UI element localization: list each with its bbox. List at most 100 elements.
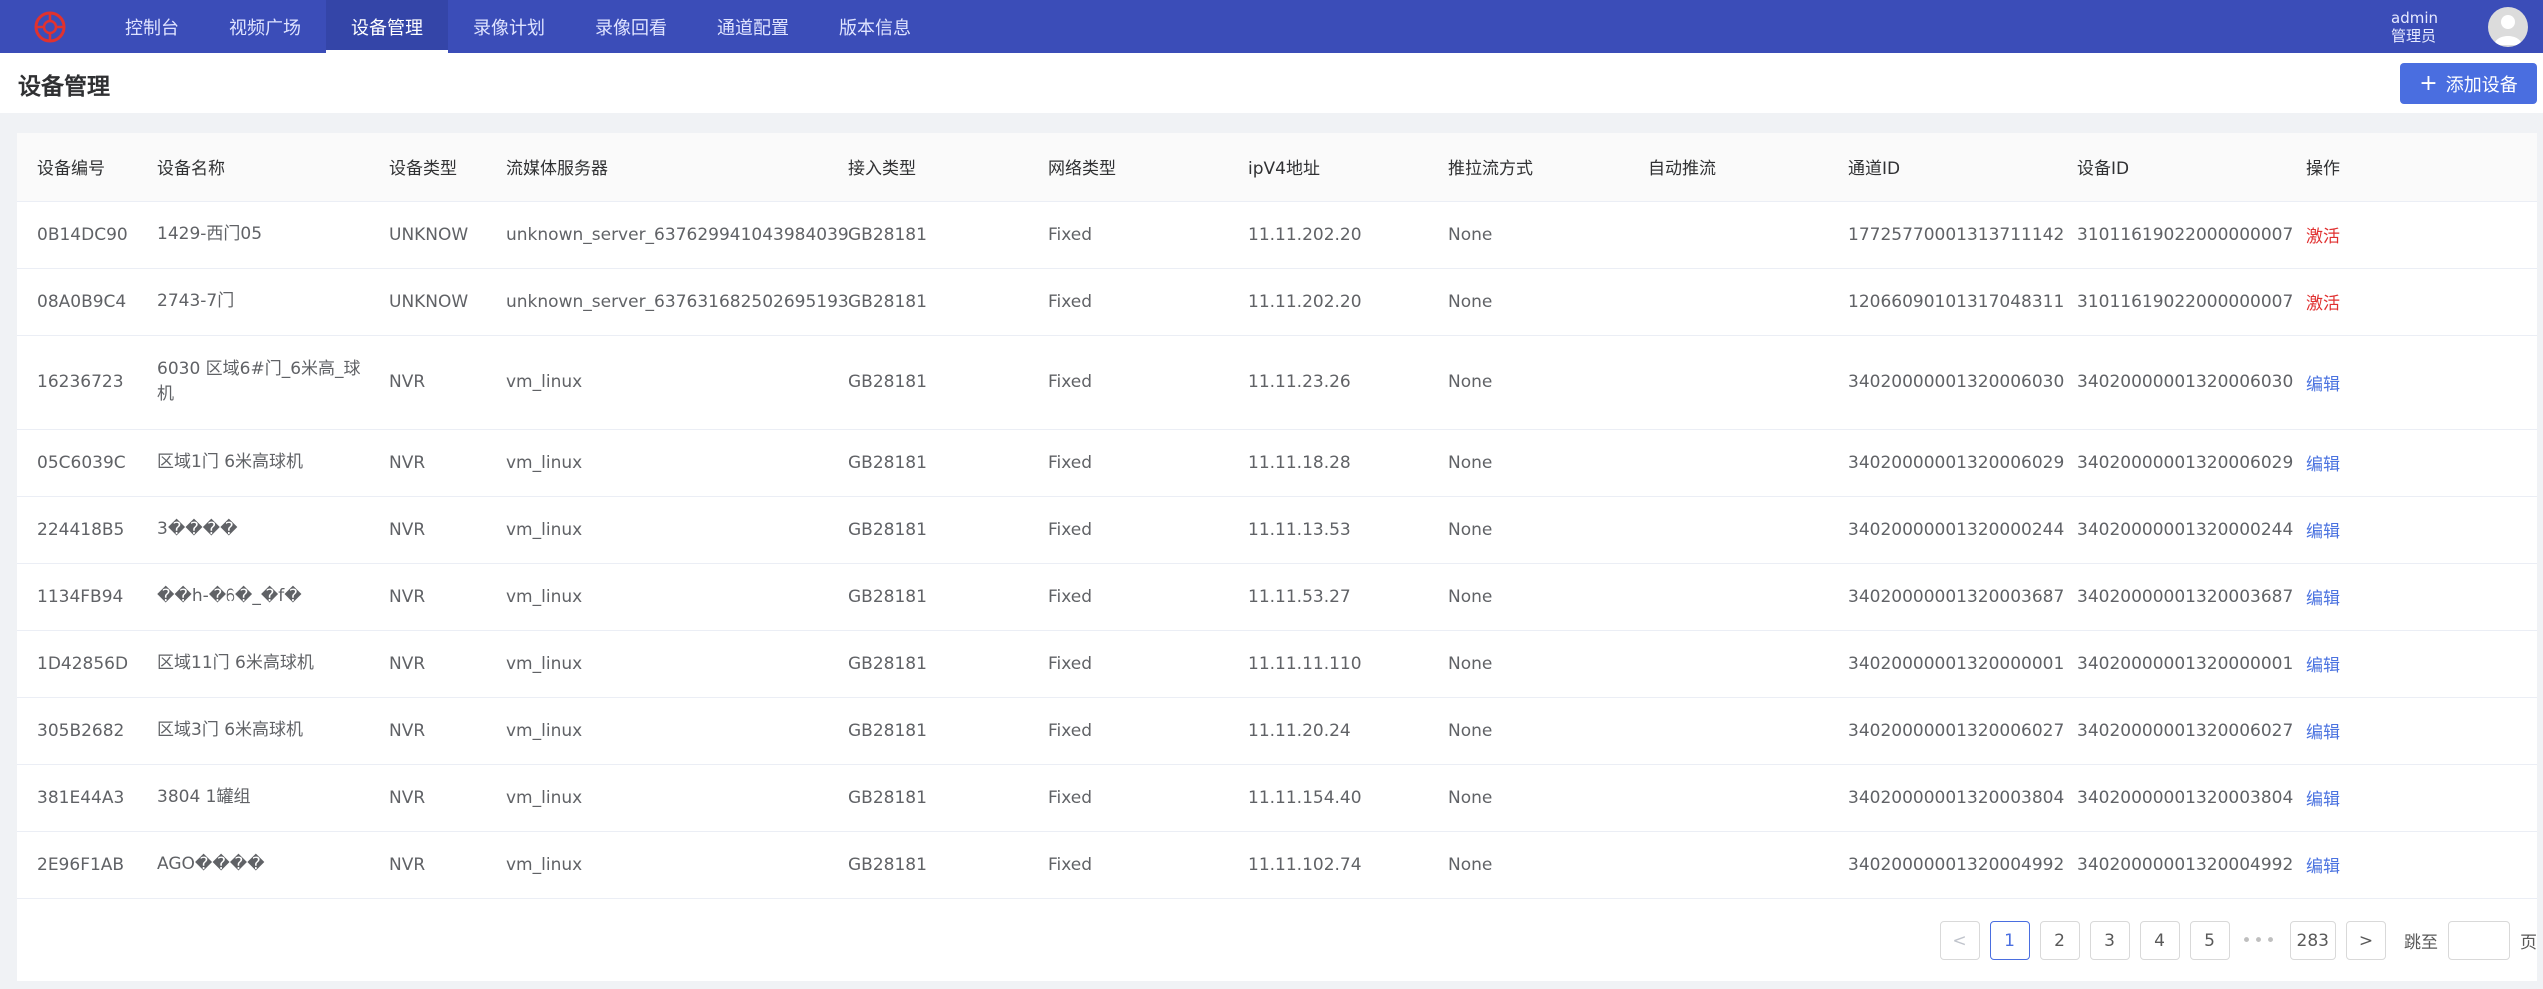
column-header: 设备编号: [17, 133, 137, 202]
edit-link[interactable]: 编辑: [2306, 790, 2340, 810]
page-title: 设备管理: [18, 74, 110, 100]
edit-link[interactable]: 编辑: [2306, 375, 2340, 395]
cell-ip: 11.11.53.27: [1228, 563, 1428, 631]
nav-item-1[interactable]: 视频广场: [204, 0, 326, 53]
edit-link[interactable]: 编辑: [2306, 656, 2340, 676]
cell-server: vm_linux: [486, 630, 828, 698]
cell-server: vm_linux: [486, 563, 828, 631]
page-button[interactable]: 1: [1989, 921, 2030, 960]
add-device-button[interactable]: + 添加设备: [2400, 63, 2537, 104]
next-page-button[interactable]: >: [2346, 921, 2386, 960]
cell-ip: 11.11.20.24: [1228, 697, 1428, 765]
table-row: 05C6039C 区域1门 6米高球机 NVR vm_linux GB28181 Fixe…: [17, 429, 2537, 497]
cell-channel: 34020000001320006029: [1828, 429, 2064, 497]
activate-link[interactable]: 激活: [2306, 227, 2340, 247]
page-jumper: 跳至 页: [2404, 921, 2537, 960]
nav-item-3[interactable]: 录像计划: [448, 0, 570, 53]
cell-name: 区域11门 6米高球机: [137, 630, 369, 698]
cell-auto: [1628, 630, 1828, 698]
main-nav: 控制台 视频广场 设备管理 录像计划 录像回看 通道配置 版本信息: [100, 0, 936, 53]
nav-item-6[interactable]: 版本信息: [814, 0, 936, 53]
cell-channel: 34020000001320003687: [1828, 563, 2064, 631]
cell-ip: 11.11.23.26: [1228, 335, 1428, 430]
prev-page-button[interactable]: <: [1939, 921, 1980, 960]
device-name-text: 3����: [157, 519, 238, 539]
cell-action: 编辑: [2286, 630, 2537, 698]
cell-action: 编辑: [2286, 764, 2537, 832]
column-header: 设备名称: [137, 133, 369, 202]
page-button[interactable]: 4: [2139, 921, 2180, 960]
page-button[interactable]: 5: [2189, 921, 2230, 960]
cell-ip: 11.11.202.20: [1228, 201, 1428, 269]
cell-channel: 34020000001320006030: [1828, 335, 2064, 430]
last-page-button[interactable]: 283: [2289, 921, 2336, 960]
cell-net: Fixed: [1028, 831, 1228, 899]
nav-item-5[interactable]: 通道配置: [692, 0, 814, 53]
cell-channel: 34020000001320004992: [1828, 831, 2064, 899]
nav-item-0[interactable]: 控制台: [100, 0, 204, 53]
page-button[interactable]: 3: [2089, 921, 2130, 960]
device-name-text: 区域11门 6米高球机: [157, 653, 314, 673]
page-button[interactable]: 2: [2039, 921, 2080, 960]
cell-type: NVR: [369, 630, 486, 698]
cell-code: 1134FB94: [17, 563, 137, 631]
device-name-text: 3804 1罐组: [157, 787, 251, 807]
column-header: 网络类型: [1028, 133, 1228, 202]
cell-name: 区域3门 6米高球机: [137, 697, 369, 765]
edit-link[interactable]: 编辑: [2306, 723, 2340, 743]
jump-page-input[interactable]: [2448, 921, 2510, 960]
edit-link[interactable]: 编辑: [2306, 589, 2340, 609]
activate-link[interactable]: 激活: [2306, 294, 2340, 314]
nav-item-4[interactable]: 录像回看: [570, 0, 692, 53]
edit-link[interactable]: 编辑: [2306, 857, 2340, 877]
cell-type: NVR: [369, 764, 486, 832]
table-row: 2E96F1AB AGO���� NVR vm_linux GB28181 Fixed 11…: [17, 831, 2537, 899]
cell-net: Fixed: [1028, 563, 1228, 631]
user-area[interactable]: admin 管理员: [2391, 0, 2543, 53]
cell-net: Fixed: [1028, 764, 1228, 832]
table-row: 16236723 6030 区域6#门_6米高_球机 NVR vm_linux GB28…: [17, 335, 2537, 430]
cell-channel: 17725770001313711142: [1828, 201, 2064, 269]
user-info[interactable]: admin 管理员: [2391, 9, 2438, 45]
cell-access: GB28181: [828, 831, 1028, 899]
jump-suffix: 页: [2520, 933, 2537, 953]
table-row: 0B14DC90 1429-西门05 UNKNOW unknown_server_63…: [17, 201, 2537, 269]
cell-code: 08A0B9C4: [17, 268, 137, 336]
cell-access: GB28181: [828, 764, 1028, 832]
cell-net: Fixed: [1028, 201, 1228, 269]
cell-ip: 11.11.11.110: [1228, 630, 1428, 698]
edit-link[interactable]: 编辑: [2306, 522, 2340, 542]
column-header: 推拉流方式: [1428, 133, 1628, 202]
logo-icon[interactable]: [0, 0, 100, 53]
cell-auto: [1628, 764, 1828, 832]
column-header: 操作: [2286, 133, 2537, 202]
cell-ip: 11.11.18.28: [1228, 429, 1428, 497]
cell-channel: 34020000001320003804: [1828, 764, 2064, 832]
cell-code: 224418B5: [17, 496, 137, 564]
cell-device: 31011619022000000007: [2057, 268, 2293, 336]
cell-name: 6030 区域6#门_6米高_球机: [137, 335, 369, 430]
cell-net: Fixed: [1028, 429, 1228, 497]
table-row: 224418B5 3���� NVR vm_linux GB28181 Fixed 11.1…: [17, 496, 2537, 564]
cell-device: 34020000001320000244: [2057, 496, 2293, 564]
pagination: < 12345 ••• 283 > 跳至 页: [1939, 921, 2537, 960]
cell-name: ��h-�ᦆ�_�f�: [137, 563, 369, 631]
cell-action: 编辑: [2286, 563, 2537, 631]
column-header: 流媒体服务器: [486, 133, 828, 202]
edit-link[interactable]: 编辑: [2306, 455, 2340, 475]
more-pages-ellipsis[interactable]: •••: [2240, 931, 2280, 951]
cell-access: GB28181: [828, 697, 1028, 765]
cell-mode: None: [1428, 563, 1628, 631]
cell-access: GB28181: [828, 496, 1028, 564]
device-name-text: AGO����: [157, 854, 265, 874]
avatar[interactable]: [2488, 6, 2528, 47]
nav-item-2[interactable]: 设备管理: [326, 0, 448, 53]
column-header: 接入类型: [828, 133, 1028, 202]
cell-mode: None: [1428, 630, 1628, 698]
cell-code: 0B14DC90: [17, 201, 137, 269]
cell-device: 34020000001320004992: [2057, 831, 2293, 899]
cell-type: NVR: [369, 335, 486, 430]
cell-net: Fixed: [1028, 268, 1228, 336]
cell-ip: 11.11.202.20: [1228, 268, 1428, 336]
cell-type: UNKNOW: [369, 201, 486, 269]
